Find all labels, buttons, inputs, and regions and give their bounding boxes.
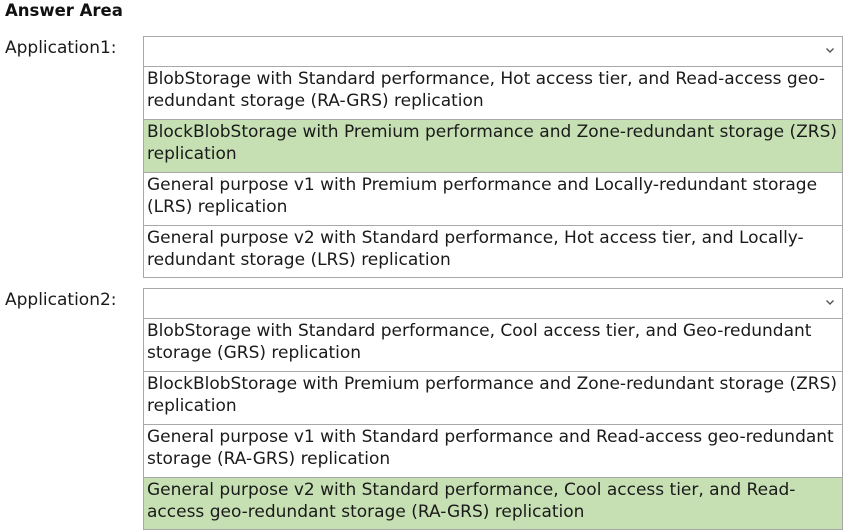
- application2-option-4[interactable]: General purpose v2 with Standard perform…: [143, 478, 843, 530]
- application2-option-2[interactable]: BlockBlobStorage with Premium performanc…: [143, 372, 843, 425]
- application1-label: Application1:: [5, 38, 117, 58]
- application1-option-3[interactable]: General purpose v1 with Premium performa…: [143, 173, 843, 226]
- application1-option-4[interactable]: General purpose v2 with Standard perform…: [143, 226, 843, 278]
- application1-dropdown: BlobStorage with Standard performance, H…: [143, 36, 843, 278]
- chevron-down-icon[interactable]: [824, 44, 836, 56]
- application2-option-3[interactable]: General purpose v1 with Standard perform…: [143, 425, 843, 478]
- chevron-down-icon[interactable]: [824, 296, 836, 308]
- answer-area-title: Answer Area: [5, 1, 123, 20]
- application2-label: Application2:: [5, 290, 117, 310]
- application1-select[interactable]: [143, 36, 843, 67]
- application2-dropdown: BlobStorage with Standard performance, C…: [143, 288, 843, 530]
- application2-select[interactable]: [143, 288, 843, 319]
- application1-option-1[interactable]: BlobStorage with Standard performance, H…: [143, 67, 843, 120]
- application1-option-2[interactable]: BlockBlobStorage with Premium performanc…: [143, 120, 843, 173]
- application2-option-1[interactable]: BlobStorage with Standard performance, C…: [143, 319, 843, 372]
